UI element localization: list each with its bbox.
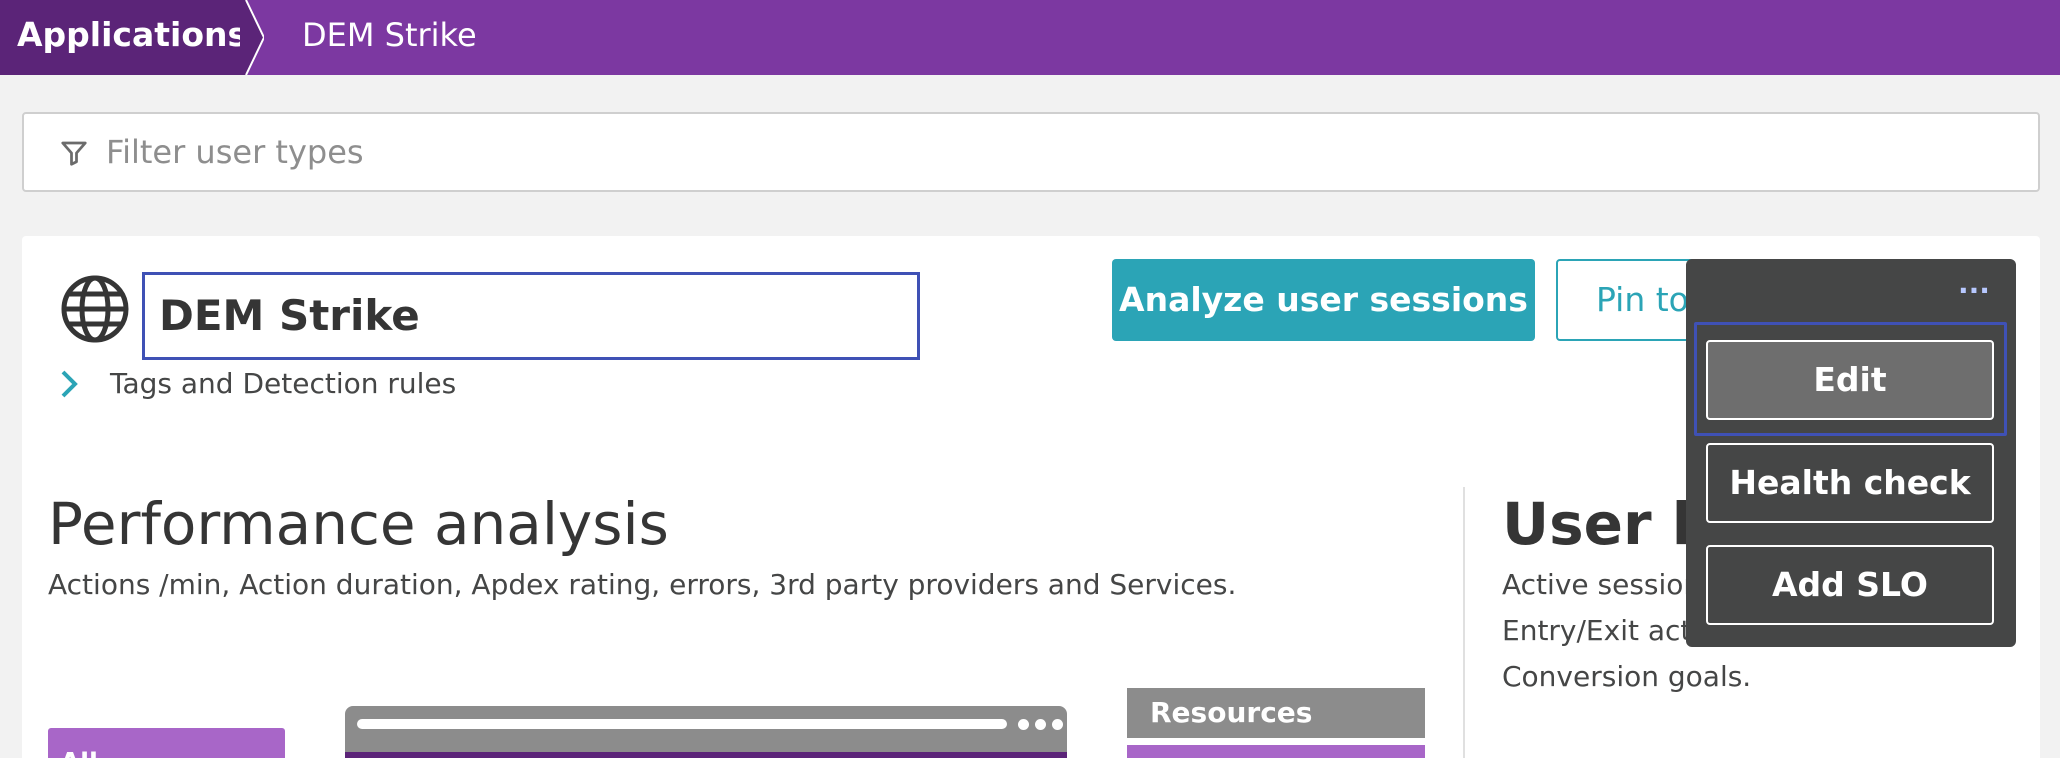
tags-detection-label[interactable]: Tags and Detection rules xyxy=(110,364,456,404)
pin-to-label[interactable]: Pin to xyxy=(1596,261,1689,339)
breadcrumb-current: DEM Strike xyxy=(302,16,477,54)
add-slo-button[interactable]: Add SLO xyxy=(1706,545,1994,625)
globe-icon xyxy=(61,275,129,343)
illustration-browser-body xyxy=(345,752,1067,758)
user-behavior-line: Conversion goals. xyxy=(1502,660,1752,693)
performance-analysis-description: Actions /min, Action duration, Apdex rat… xyxy=(48,568,1237,601)
filter-user-types-input[interactable] xyxy=(106,128,1906,176)
health-check-button[interactable]: Health check xyxy=(1706,443,1994,523)
illustration-resources-bar xyxy=(1127,745,1425,758)
illustration-user-type-card: All xyxy=(48,728,285,758)
breadcrumb: Applications DEM Strike xyxy=(0,0,2060,75)
illustration-resources-label: Resources xyxy=(1150,696,1313,729)
edit-button[interactable]: Edit xyxy=(1706,340,1994,420)
illustration-dot xyxy=(1052,719,1063,730)
analyze-user-sessions-button[interactable]: Analyze user sessions xyxy=(1112,259,1535,341)
section-divider xyxy=(1463,487,1465,758)
user-behavior-line: Active session xyxy=(1502,568,1702,601)
user-behavior-line: Entry/Exit act xyxy=(1502,614,1692,647)
illustration-resources-panel: Resources xyxy=(1127,688,1425,738)
chevron-right-icon[interactable] xyxy=(55,368,85,400)
illustration-user-type-label: All xyxy=(60,748,98,758)
illustration-dot xyxy=(1018,719,1029,730)
filter-bar[interactable] xyxy=(22,112,2040,192)
more-icon[interactable]: ··· xyxy=(1956,277,1992,310)
illustration-address-bar xyxy=(357,719,1007,729)
breadcrumb-separator-icon xyxy=(240,0,264,75)
app-name-field[interactable]: DEM Strike xyxy=(142,272,920,360)
app-name-text[interactable]: DEM Strike xyxy=(159,275,420,357)
illustration-dot xyxy=(1035,719,1046,730)
illustration-browser-window xyxy=(345,706,1067,758)
performance-analysis-title[interactable]: Performance analysis xyxy=(48,490,669,558)
breadcrumb-applications[interactable]: Applications xyxy=(0,0,247,75)
filter-icon xyxy=(61,141,87,166)
breadcrumb-applications-label[interactable]: Applications xyxy=(17,0,247,70)
